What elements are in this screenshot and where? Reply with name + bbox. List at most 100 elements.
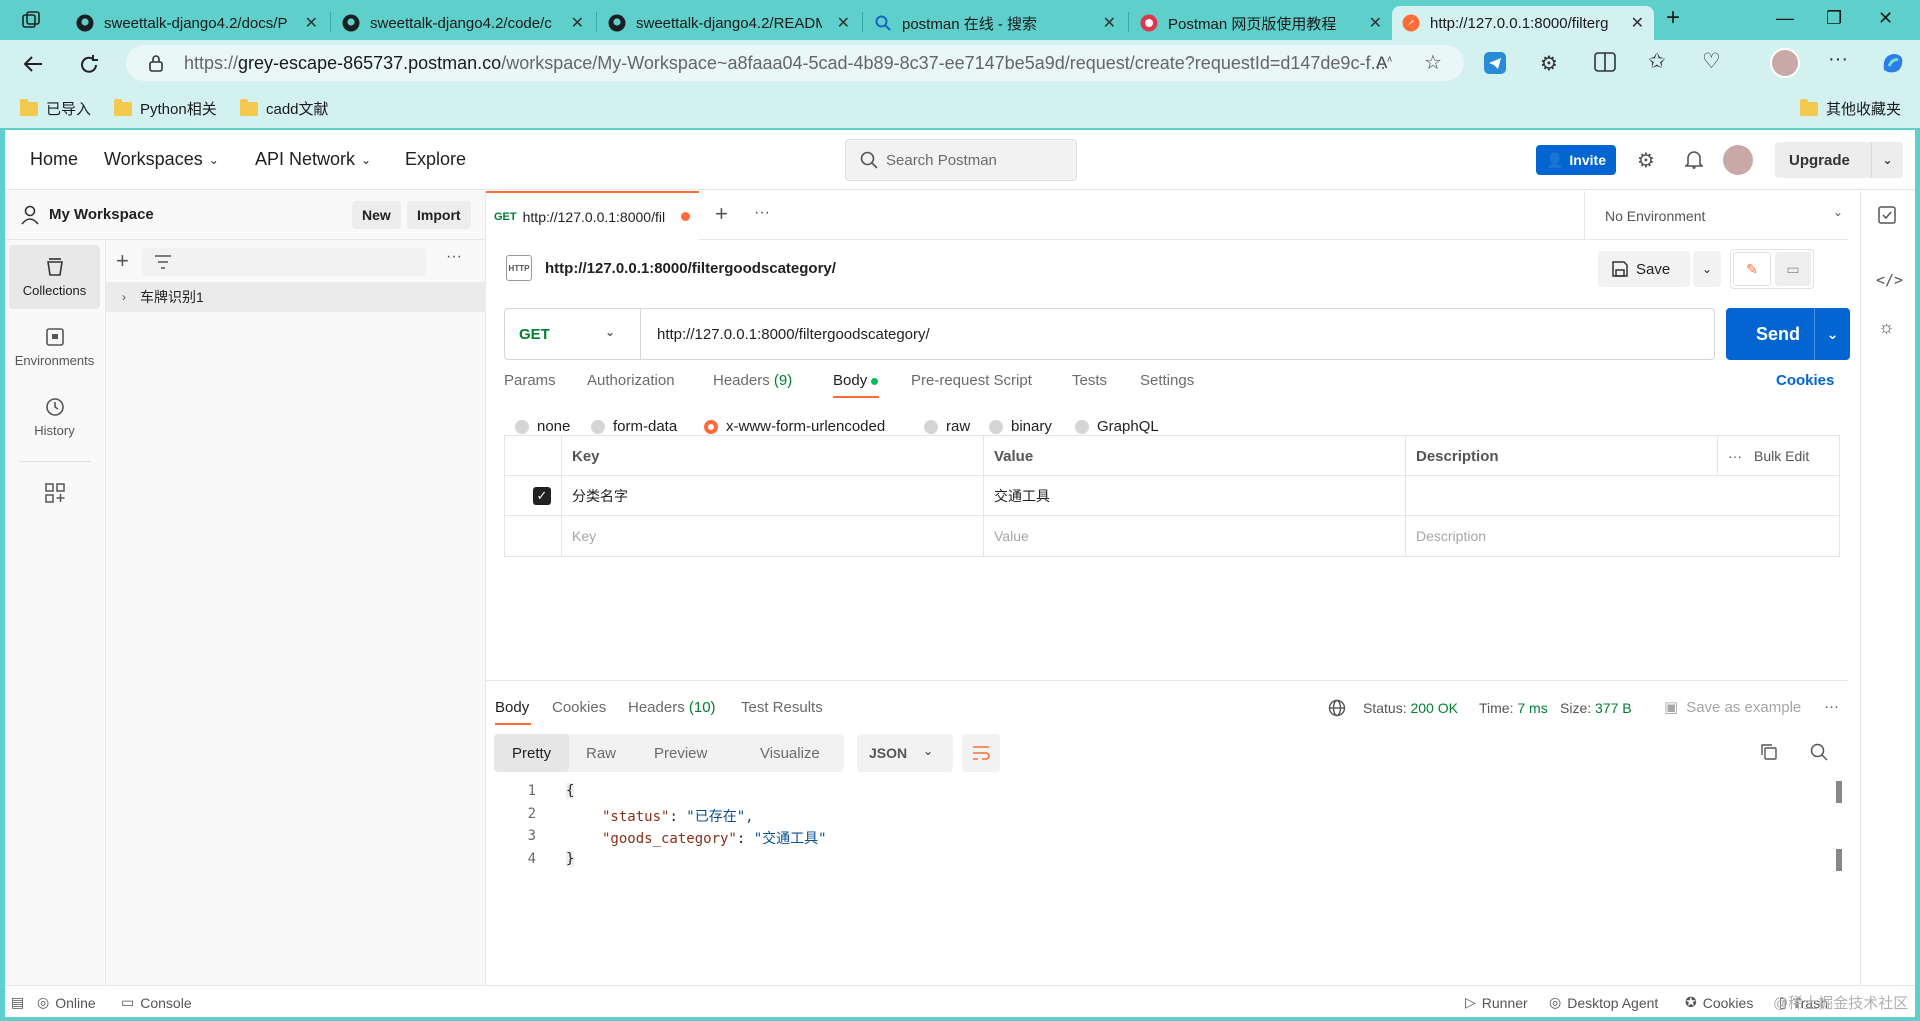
edit-pencil-icon[interactable]: ✎ [1733,252,1771,286]
collection-item[interactable]: › 车牌识别1 [106,282,486,312]
resp-tab-cookies[interactable]: Cookies [552,699,606,716]
resp-tab-test-results[interactable]: Test Results [741,699,823,716]
new-tab-icon[interactable]: + [1666,4,1680,32]
tab-headers[interactable]: Headers (9) [713,372,792,389]
save-as-example-button[interactable]: ▣ Save as example [1664,698,1801,717]
resp-tab-headers[interactable]: Headers (10) [628,699,716,716]
view-raw[interactable]: Raw [586,734,616,772]
health-icon[interactable]: ♡ [1702,49,1721,74]
toggle-sidebar-icon[interactable]: ▤ [11,994,24,1011]
description-input[interactable]: Description [1405,516,1841,556]
radio-x-www-form-urlencoded[interactable]: x-www-form-urlencoded [704,418,885,435]
read-aloud-icon[interactable]: Aʌ [1376,53,1392,73]
minimize-icon[interactable]: — [1776,8,1794,29]
close-icon[interactable]: ✕ [305,13,318,33]
favorite-star-icon[interactable]: ☆ [1424,50,1442,75]
environment-quick-look-icon[interactable] [1877,205,1897,225]
send-button[interactable]: Send ⌄ [1726,308,1850,360]
wrap-lines-icon[interactable] [962,734,1000,772]
row-description[interactable] [1405,476,1841,516]
restore-icon[interactable]: ❐ [1826,8,1842,29]
cookies-link[interactable]: Cookies [1776,372,1834,389]
row-checkbox[interactable]: ✓ [533,487,551,505]
more-menu-icon[interactable]: ··· [1828,48,1848,71]
user-avatar[interactable] [1723,145,1753,175]
close-icon[interactable]: ✕ [837,13,850,33]
profile-avatar[interactable] [1770,48,1800,78]
telegram-icon[interactable] [1484,52,1506,74]
search-input[interactable]: Search Postman [845,139,1077,181]
nav-api-network[interactable]: API Network ⌄ [255,149,371,170]
view-visualize[interactable]: Visualize [760,734,820,772]
settings-gear-icon[interactable]: ⚙ [1637,148,1655,173]
lightbulb-icon[interactable]: ☼ [1878,317,1895,338]
tab-options-icon[interactable]: ··· [754,204,770,222]
nav-workspaces[interactable]: Workspaces ⌄ [104,149,219,170]
radio-graphql[interactable]: GraphQL [1075,418,1159,435]
radio-form-data[interactable]: form-data [591,418,677,435]
chevron-down-icon[interactable]: ⌄ [1871,142,1903,178]
browser-tab-5[interactable]: Postman 网页版使用教程 ✕ [1130,6,1392,40]
chevron-down-icon[interactable]: ⌄ [1814,308,1850,360]
filter-input[interactable] [142,248,426,276]
add-collection-icon[interactable]: + [116,248,129,274]
radio-none[interactable]: none [515,418,570,435]
new-button[interactable]: New [352,201,401,229]
tab-body[interactable]: Body [833,372,879,389]
environment-selector[interactable]: No Environment ⌄ [1584,191,1848,240]
nav-explore[interactable]: Explore [405,149,466,170]
scrollbar-thumb[interactable] [1836,781,1842,803]
extensions-icon[interactable]: ⚙ [1540,51,1558,76]
browser-tab-2[interactable]: sweettalk-django4.2/code/c ✕ [332,6,594,40]
view-pretty[interactable]: Pretty [494,734,570,772]
radio-raw[interactable]: raw [924,418,970,435]
bookmark-folder[interactable]: Python相关 [114,98,217,119]
copilot-icon[interactable] [1880,50,1906,76]
console-button[interactable]: ▭ Console [121,994,192,1011]
other-bookmarks[interactable]: 其他收藏夹 [1800,98,1901,119]
upgrade-button[interactable]: Upgrade ⌄ [1775,142,1903,178]
invite-button[interactable]: 👤 Invite [1536,145,1616,175]
comments-icon[interactable]: ▭ [1775,252,1811,286]
rail-environments[interactable]: Environments [9,315,100,379]
more-options-icon[interactable]: ··· [1728,448,1742,464]
browser-tab-4[interactable]: postman 在线 - 搜索 ✕ [864,6,1126,40]
resp-tab-body[interactable]: Body [495,699,529,716]
favorites-icon[interactable]: ✩ [1648,49,1666,74]
scrollbar-thumb[interactable] [1836,849,1842,871]
globe-icon[interactable] [1328,699,1346,717]
add-widgets-icon[interactable] [45,483,65,503]
tab-pre-request-script[interactable]: Pre-request Script [911,372,1032,389]
bookmark-folder[interactable]: 已导入 [20,98,91,119]
browser-tab-active[interactable]: http://127.0.0.1:8000/filterg ✕ [1392,6,1654,40]
split-screen-icon[interactable] [1594,52,1616,72]
address-bar[interactable]: https:// grey-escape-865737.postman.co /… [126,45,1464,81]
url-input[interactable]: http://127.0.0.1:8000/filtergoodscategor… [641,326,930,343]
close-icon[interactable]: ✕ [1631,13,1644,33]
close-icon[interactable]: ✕ [1369,13,1382,33]
close-icon[interactable]: ✕ [571,13,584,33]
close-icon[interactable]: ✕ [1103,13,1116,33]
key-input[interactable]: Key [561,516,983,556]
request-tab[interactable]: GET http://127.0.0.1:8000/fil [486,191,699,240]
bookmark-folder[interactable]: cadd文献 [240,98,329,119]
import-button[interactable]: Import [407,201,471,229]
new-tab-icon[interactable]: + [715,201,728,227]
more-options-icon[interactable]: ··· [1824,698,1839,715]
row-value[interactable]: 交通工具 [983,476,1405,516]
radio-binary[interactable]: binary [989,418,1052,435]
runner-button[interactable]: ▷ Runner [1465,994,1528,1011]
tab-authorization[interactable]: Authorization [587,372,675,389]
rail-history[interactable]: History [9,385,100,449]
cookies-button[interactable]: ✪ Cookies [1685,994,1753,1011]
tab-params[interactable]: Params [504,372,556,389]
workspaces-icon[interactable] [20,10,42,32]
bulk-edit-button[interactable]: Bulk Edit [1754,448,1809,464]
notifications-bell-icon[interactable] [1685,149,1703,169]
request-name[interactable]: http://127.0.0.1:8000/filtergoodscategor… [545,260,836,277]
chevron-right-icon[interactable]: › [122,290,126,304]
browser-tab-3[interactable]: sweettalk-django4.2/READM ✕ [598,6,860,40]
copy-icon[interactable] [1760,743,1778,761]
view-preview[interactable]: Preview [654,734,707,772]
back-icon[interactable] [22,54,44,74]
